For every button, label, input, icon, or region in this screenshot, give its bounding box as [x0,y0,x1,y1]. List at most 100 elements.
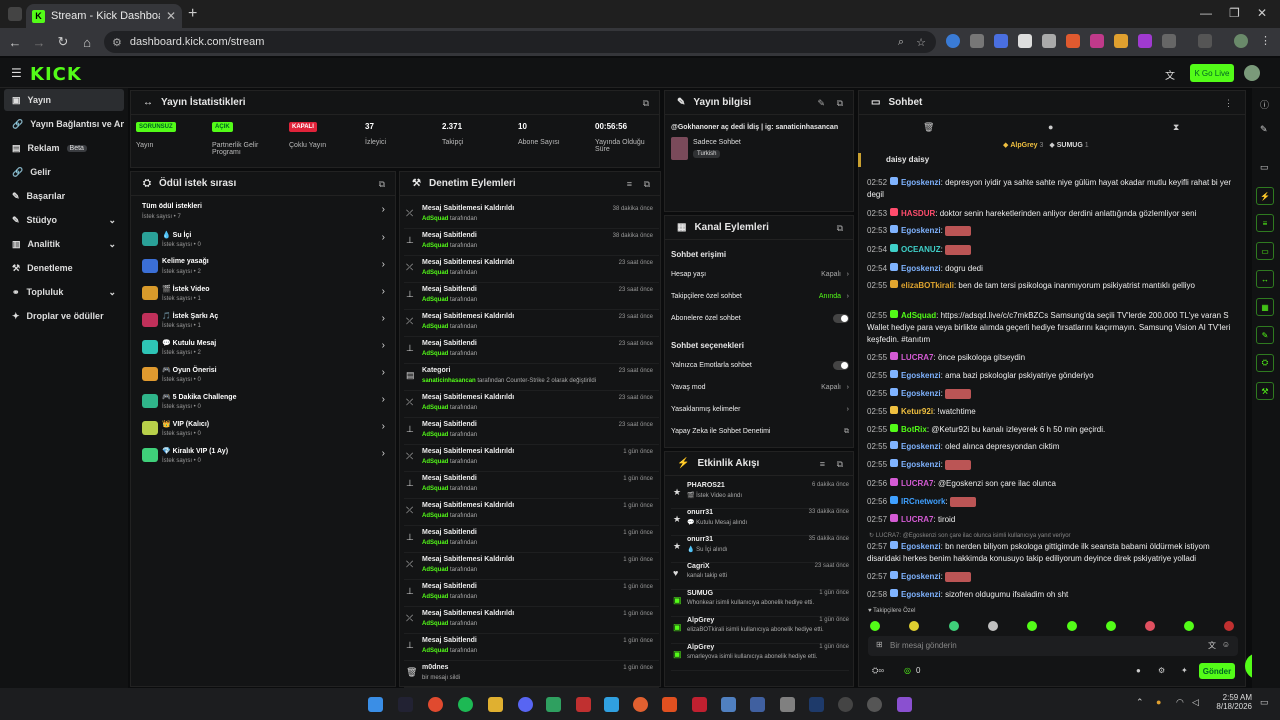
back-icon[interactable]: ← [3,35,27,50]
mic-icon[interactable]: ● [1156,697,1161,707]
message-user[interactable]: AdSquad [901,311,936,320]
reload-icon[interactable]: ↻ [51,34,75,50]
hamburger-menu-icon[interactable]: ☰ [11,66,22,80]
discord-icon[interactable] [518,697,533,712]
sidebar-item-denetleme[interactable]: ⚒ Denetleme [4,257,124,279]
reward-row[interactable]: 🎵 İstek Şarkı Aç İstek sayısı • 1 › [142,310,387,334]
message-user[interactable]: BotRix [901,425,927,434]
edit-icon[interactable]: ✎ [1260,124,1268,135]
maximize-icon[interactable]: ❐ [1229,6,1240,20]
avatar[interactable] [1234,34,1248,48]
site-info-icon[interactable]: ⚙ [112,36,122,49]
chat-tools-icon[interactable]: ⛭∞ [872,666,884,676]
emote-button[interactable] [1066,621,1077,631]
popout-icon[interactable]: ⧉ [837,98,843,109]
sidebar-item-studyo[interactable]: ✎ Stüdyo ⌄ [4,209,124,231]
setting-row[interactable]: Hesap yaşı Kapalı › [671,271,849,278]
list-icon[interactable]: ≡ [1256,214,1274,232]
wrench-icon[interactable]: ✎ [1256,326,1274,344]
layout-icon[interactable]: ▭ [1260,162,1269,173]
popout-icon[interactable]: ⧉ [643,98,649,109]
start-icon[interactable] [368,697,383,712]
reward-row[interactable]: 🎮 Oyun Önerisi İstek sayısı • 0 › [142,364,387,388]
message-user[interactable]: HASDUR [901,209,935,218]
avatar[interactable] [1244,65,1260,81]
message-user[interactable]: Egoskenzi [901,178,941,187]
filter-icon[interactable]: ≡ [820,459,825,469]
bookmark-star-icon[interactable]: ☆ [916,36,926,49]
message-user[interactable]: Egoskenzi [901,542,941,551]
wifi-icon[interactable]: ◠ [1176,697,1184,708]
zoom-icon[interactable]: ⌕ [898,36,904,49]
reward-row[interactable]: Kelime yasağı İstek sayısı • 2 › [142,256,387,280]
message-user[interactable]: Egoskenzi [901,264,941,273]
app-icon[interactable] [838,697,853,712]
app-icon[interactable] [633,697,648,712]
popout-icon[interactable]: ⧉ [837,223,843,234]
send-button[interactable]: Gönder [1199,663,1235,679]
setting-row[interactable]: Takipçilere özel sohbet Anında › [671,293,849,300]
steam-icon[interactable] [398,697,413,712]
sidebar-item-yayin[interactable]: ▣ Yayın [4,89,124,111]
message-user[interactable]: LUCRA7 [901,515,933,524]
emote-button[interactable] [1223,621,1234,631]
extension-icon[interactable] [994,34,1008,48]
extension-icon[interactable] [1090,34,1104,48]
home-icon[interactable]: ⌂ [75,35,99,50]
setting-row[interactable]: Abonelere özel sohbet [671,314,849,323]
message-user[interactable]: OCEANUZ [901,245,941,254]
chat-bubble-icon[interactable]: ● [1136,666,1141,675]
message-user[interactable]: LUCRA7 [901,353,933,362]
setting-row[interactable]: Yalnızca Emotlarla sohbet [671,361,849,370]
extensions-puzzle-icon[interactable] [1162,34,1176,48]
message-user[interactable]: Egoskenzi [901,389,941,398]
channel-icon[interactable]: ▦ [1256,298,1274,316]
app-icon[interactable] [692,697,707,712]
go-live-button[interactable]: K Go Live [1190,64,1234,82]
app-icon[interactable] [721,697,736,712]
setting-row[interactable]: Yapay Zeka ile Sohbet Denetimi ⧉ [671,428,849,435]
message-user[interactable]: elizaBOTkirali [901,281,954,290]
emote-button[interactable] [1105,621,1116,631]
close-window-icon[interactable]: ✕ [1257,6,1267,20]
sidebar-item-droplar[interactable]: ✦ Droplar ve ödüller [4,305,124,327]
sidebar-item-gelir[interactable]: 🔗 Gelir [4,161,124,183]
sidebar-item-basarilar[interactable]: ✎ Başarılar [4,185,124,207]
app-icon[interactable] [662,697,677,712]
message-user[interactable]: Egoskenzi [901,226,941,235]
reward-row[interactable]: 🎮 5 Dakika Challenge İstek sayısı • 0 › [142,391,387,415]
app-icon[interactable] [750,697,765,712]
chrome-icon[interactable] [428,697,443,712]
sidebar-item-topluluk[interactable]: ⚭ Topluluk ⌄ [4,281,124,303]
sidebar-item-reklam[interactable]: ▤ Reklam Beta [4,137,124,159]
subscribers-only-toggle[interactable] [833,314,849,323]
emote-only-toggle[interactable] [833,361,849,370]
tray-chevron-icon[interactable]: ⌃ [1136,697,1144,708]
chat-bubble-icon[interactable]: ● [1048,122,1053,132]
spotify-icon[interactable] [458,697,473,712]
chat-icon[interactable]: ▭ [1256,242,1274,260]
sidebar-item-stream-key[interactable]: 🔗 Yayın Bağlantısı ve Anahtarı [4,113,124,135]
folder-icon[interactable] [488,697,503,712]
extension-icon[interactable] [1042,34,1056,48]
extension-icon[interactable] [1138,34,1152,48]
settings-icon[interactable]: ⚙ [1158,666,1165,675]
forward-icon[interactable]: → [27,35,51,50]
app-icon[interactable] [897,697,912,712]
extension-icon[interactable] [946,34,960,48]
reward-icon[interactable]: ⛭ [1256,354,1274,372]
message-user[interactable]: Egoskenzi [901,442,941,451]
chat-input[interactable]: ⊞ Bir mesaj gönderin 文 ☺ [868,636,1238,656]
popout-icon[interactable]: ⧉ [837,459,843,470]
kick-logo[interactable]: KICK [30,64,82,85]
message-user[interactable]: Ketur92i [901,407,933,416]
app-icon[interactable] [867,697,882,712]
extension-icon[interactable] [970,34,984,48]
message-user[interactable]: Egoskenzi [901,590,941,599]
reward-row[interactable]: 👑 VIP (Kalıcı) İstek sayısı • 0 › [142,418,387,442]
translate-icon[interactable]: 文 [1208,640,1216,651]
info-icon[interactable]: ⓘ [1260,98,1269,111]
app-icon[interactable] [546,697,561,712]
profile-icon[interactable] [1198,34,1212,48]
hourglass-icon[interactable]: ⧗ [1173,122,1179,133]
